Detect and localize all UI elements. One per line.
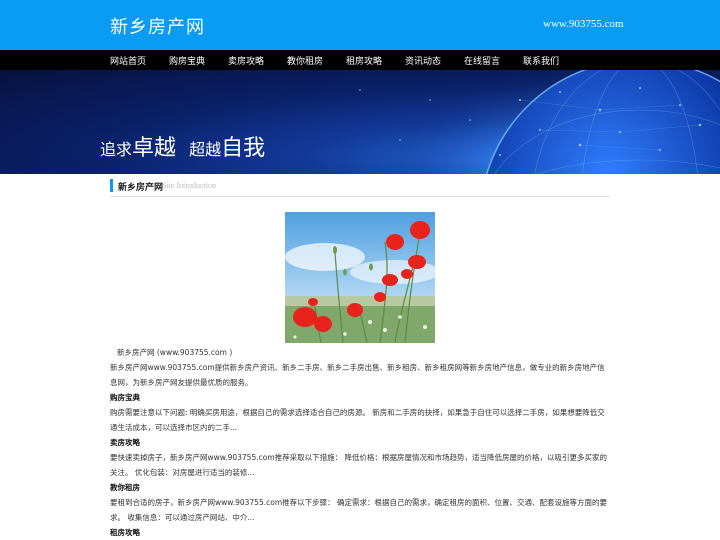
nav-item-home[interactable]: 网站首页 bbox=[110, 54, 146, 67]
site-header: 新乡房产网 www.903755.com bbox=[0, 0, 720, 50]
slogan-1-small: 追求 bbox=[100, 140, 133, 159]
hero-banner: 追求卓越 超越自我 bbox=[0, 70, 720, 174]
heading-selling-guide[interactable]: 卖房攻略 bbox=[110, 435, 610, 450]
nav-item-contact[interactable]: 联系我们 bbox=[523, 54, 559, 67]
section-subtitle: Site Introduction bbox=[162, 181, 216, 190]
nav-item-selling-guide[interactable]: 卖房攻略 bbox=[228, 54, 264, 67]
nav-item-rental-guide[interactable]: 租房攻略 bbox=[346, 54, 382, 67]
main-nav: 网站首页 购房宝典 卖房攻略 教你租房 租房攻略 资讯动态 在线留言 联系我们 bbox=[0, 50, 720, 70]
nav-item-buying-guide[interactable]: 购房宝典 bbox=[169, 54, 205, 67]
paragraph-renting-tips: 要租到合适的房子，新乡房产网www.903755.com推荐以下步骤： 确定需求… bbox=[110, 498, 608, 522]
nav-item-renting-tips[interactable]: 教你租房 bbox=[287, 54, 323, 67]
site-logo-title[interactable]: 新乡房产网 bbox=[110, 13, 205, 39]
nav-item-message[interactable]: 在线留言 bbox=[464, 54, 500, 67]
site-url[interactable]: www.903755.com bbox=[543, 18, 624, 30]
nav-item-news[interactable]: 资讯动态 bbox=[405, 54, 441, 67]
heading-buying-guide[interactable]: 购房宝典 bbox=[110, 390, 610, 405]
slogan-2-small: 超越 bbox=[189, 140, 222, 159]
intro-text: 新乡房产网www.903755.com提供新乡房产资讯、新乡二手房、新乡二手房出… bbox=[110, 363, 605, 387]
section-title: 新乡房产网 bbox=[118, 183, 164, 193]
paragraph-selling-guide: 要快速卖掉房子，新乡房产网www.903755.com推荐采取以下措施： 降低价… bbox=[110, 453, 608, 477]
poppy-flowers-image bbox=[285, 212, 435, 343]
site-introduction: 新乡房产网 (www.903755.com ) 新乡房产网www.903755.… bbox=[110, 345, 610, 540]
heading-renting-tips[interactable]: 教你租房 bbox=[110, 480, 610, 495]
section-header: 新乡房产网 Site Introduction bbox=[110, 179, 610, 197]
slogan-1-big: 卓越 bbox=[132, 136, 177, 161]
intro-site-name: 新乡房产网 (www.903755.com ) bbox=[117, 348, 233, 357]
slogan-2-big: 自我 bbox=[221, 136, 266, 161]
banner-slogan: 追求卓越 超越自我 bbox=[100, 130, 265, 162]
paragraph-buying-guide: 购房需要注意以下问题: 明确买房用途，根据自己的需求选择适合自己的房源。 新房和… bbox=[110, 408, 605, 432]
section-accent-bar bbox=[110, 179, 113, 192]
heading-rental-guide[interactable]: 租房攻略 bbox=[110, 525, 610, 540]
